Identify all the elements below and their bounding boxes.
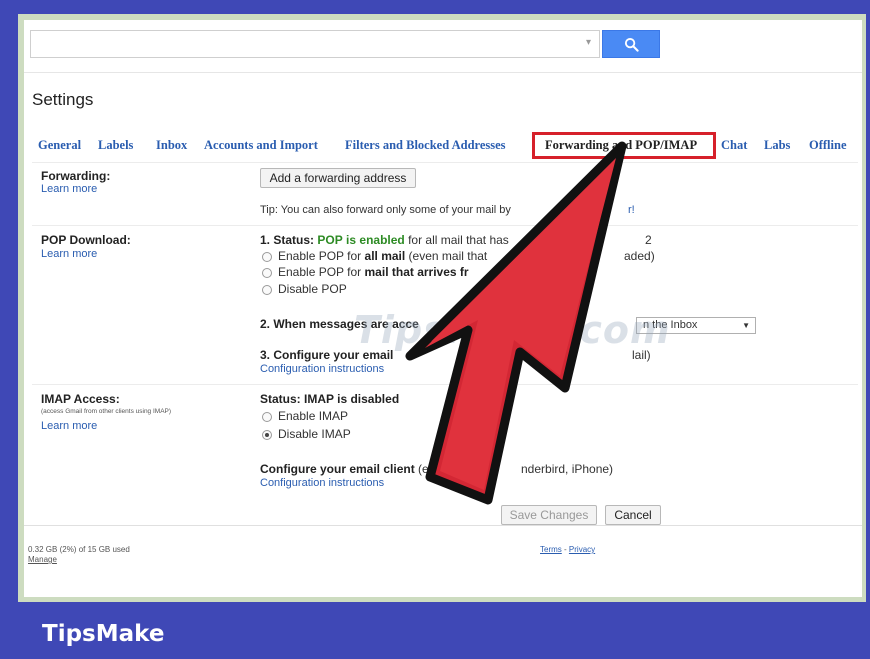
imap-learn-more-link[interactable]: Learn more xyxy=(41,420,97,432)
pop-opt2-a: Enable POP for xyxy=(278,265,362,279)
pop-disable-option: Disable POP xyxy=(278,282,347,296)
imap-status-text: Status: IMAP is disabled xyxy=(260,392,400,406)
section-divider xyxy=(32,162,858,163)
manage-storage-link[interactable]: Manage xyxy=(28,555,57,564)
pop-status: 1. Status: POP is enabled for all mail t… xyxy=(260,233,509,247)
pop-new-mail-option: Enable POP for mail that arrives fr xyxy=(278,265,469,279)
search-icon xyxy=(624,37,639,52)
brand-logo: TipsMake xyxy=(42,621,165,647)
imap-status: Status: IMAP is disabled xyxy=(260,392,399,406)
add-forwarding-address-button[interactable]: Add a forwarding address xyxy=(260,168,416,188)
footer-separator: - xyxy=(564,545,567,554)
imap-configuration-link[interactable]: Configuration instructions xyxy=(260,477,384,489)
pop-opt1-tail: aded) xyxy=(624,249,655,263)
gmail-settings-screen: ▾ Settings General Labels Inbox Accounts… xyxy=(24,20,862,597)
forwarding-tip-text: Tip: You can also forward only some of y… xyxy=(260,204,511,216)
page-title: Settings xyxy=(32,90,94,109)
pop-disable-radio[interactable] xyxy=(262,285,272,295)
imap-configure-tail: nderbird, iPhone) xyxy=(521,462,614,476)
imap-configure-b: (e.g xyxy=(418,462,439,476)
chevron-down-icon[interactable]: ▾ xyxy=(586,37,591,48)
watermark: TipsMake.com xyxy=(354,308,671,352)
tab-offline[interactable]: Offline xyxy=(809,138,847,153)
privacy-link[interactable]: Privacy xyxy=(569,545,595,554)
tab-filters[interactable]: Filters and Blocked Addresses xyxy=(345,138,506,153)
pop-status-prefix: 1. Status: xyxy=(260,233,315,247)
pop-opt1-a: Enable POP for xyxy=(278,249,362,263)
forwarding-learn-more-link[interactable]: Learn more xyxy=(41,183,97,195)
cancel-button[interactable]: Cancel xyxy=(605,505,661,525)
search-button[interactable] xyxy=(602,30,660,58)
pop-new-mail-radio[interactable] xyxy=(262,268,272,278)
tab-inbox[interactable]: Inbox xyxy=(156,138,187,153)
imap-disable-radio[interactable] xyxy=(262,430,272,440)
tab-labs[interactable]: Labs xyxy=(764,138,790,153)
footer-divider xyxy=(24,525,862,526)
chevron-down-icon: ▼ xyxy=(742,321,750,330)
header-divider xyxy=(24,72,862,73)
pop-all-mail-radio[interactable] xyxy=(262,252,272,262)
pop-opt2-b: mail that arrives fr xyxy=(364,265,469,279)
tab-chat[interactable]: Chat xyxy=(721,138,747,153)
pop-opt1-c: (even mail that xyxy=(408,249,488,263)
tab-labels[interactable]: Labels xyxy=(98,138,133,153)
pop-configuration-link[interactable]: Configuration instructions xyxy=(260,363,384,375)
search-input[interactable]: ▾ xyxy=(30,30,600,58)
section-divider xyxy=(32,384,858,385)
tab-highlight-box xyxy=(532,132,716,159)
forwarding-tip-link[interactable]: r! xyxy=(628,204,635,216)
tab-accounts-import[interactable]: Accounts and Import xyxy=(204,138,318,153)
imap-configure-a: Configure your email client xyxy=(260,462,415,476)
pop-opt1-b: all mail xyxy=(364,249,406,263)
imap-enable-option: Enable IMAP xyxy=(278,409,349,423)
pop-status-pop: POP xyxy=(317,233,343,247)
save-changes-button[interactable]: Save Changes xyxy=(501,505,597,525)
pop-learn-more-link[interactable]: Learn more xyxy=(41,248,97,260)
pop-status-enabled: is enabled xyxy=(346,233,405,247)
pop-status-tail: for all mail that has xyxy=(408,233,509,247)
forwarding-label: Forwarding: xyxy=(41,169,111,183)
terms-link[interactable]: Terms xyxy=(540,545,562,554)
pop-status-end: 2 xyxy=(645,233,652,247)
imap-access-label: IMAP Access: xyxy=(41,392,120,406)
imap-disable-option: Disable IMAP xyxy=(278,427,351,441)
pop-download-label: POP Download: xyxy=(41,233,131,247)
imap-sublabel: (access Gmail from other clients using I… xyxy=(41,408,172,415)
footer-legal: Terms - Privacy xyxy=(540,545,595,554)
tab-general[interactable]: General xyxy=(38,138,81,153)
forwarding-tip: Tip: You can also forward only some of y… xyxy=(260,204,511,216)
imap-enable-radio[interactable] xyxy=(262,412,272,422)
section-divider xyxy=(32,225,858,226)
storage-usage: 0.32 GB (2%) of 15 GB used xyxy=(28,545,130,554)
imap-configure: Configure your email client (e.g xyxy=(260,462,439,476)
pop-all-mail-option: Enable POP for all mail (even mail that xyxy=(278,249,487,263)
